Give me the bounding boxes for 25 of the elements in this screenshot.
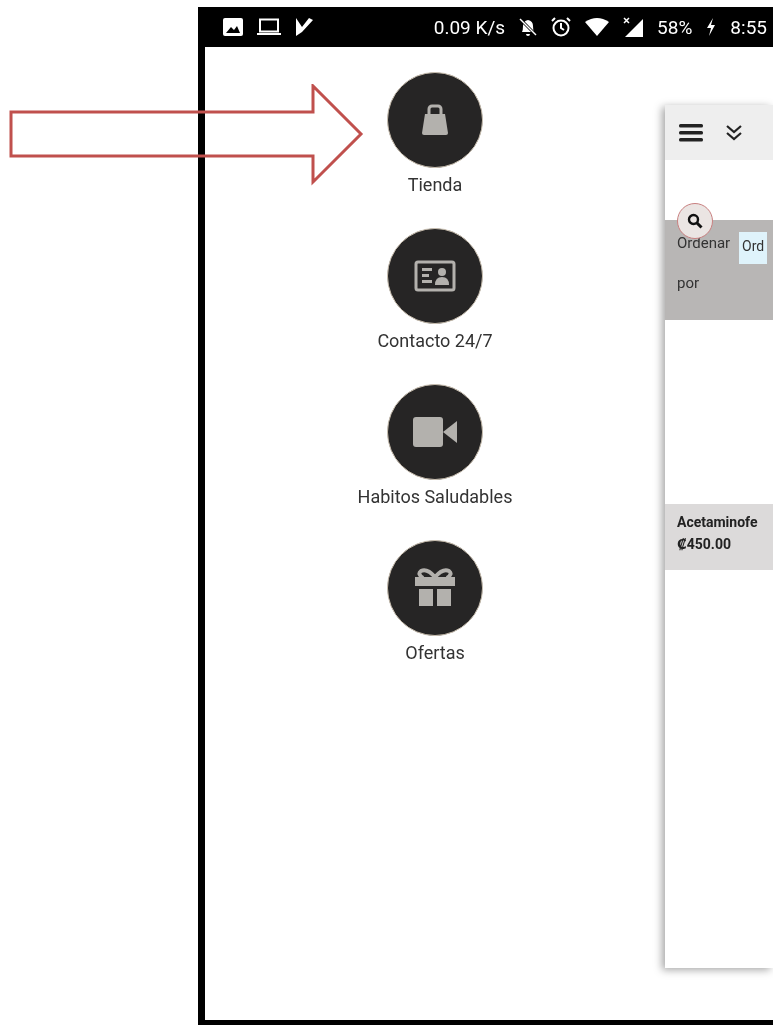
product-price: ₡450.00 [677,536,732,552]
bell-muted-icon [519,17,538,37]
product-card[interactable]: Acetaminofe ₡450.00 [665,504,773,570]
video-camera-icon [413,417,457,447]
laptop-icon [257,18,281,36]
battery-percentage: 58% [657,15,693,39]
sort-dropdown[interactable]: Ord [739,232,768,264]
checkmark-flag-icon [295,17,313,37]
alarm-clock-icon [551,17,572,37]
lightning-bolt-icon [706,18,717,36]
shopping-bag-icon [421,104,449,136]
menu-icon[interactable] [679,123,703,142]
image-icon [223,18,243,36]
wifi-icon [585,18,610,36]
clock-time: 8:55 [730,15,767,39]
network-speed: 0.09 K/s [433,15,506,39]
search-button[interactable] [677,203,713,239]
sort-label: Ordenar por [677,233,732,294]
search-icon [687,213,703,229]
gift-icon [413,568,457,608]
menu-tile[interactable]: Habitos Saludables [357,384,513,540]
product-name: Acetaminofe [677,514,759,530]
cell-signal-icon [623,17,644,37]
double-chevron-down-icon[interactable] [725,123,743,142]
contact-card-icon [414,260,456,292]
